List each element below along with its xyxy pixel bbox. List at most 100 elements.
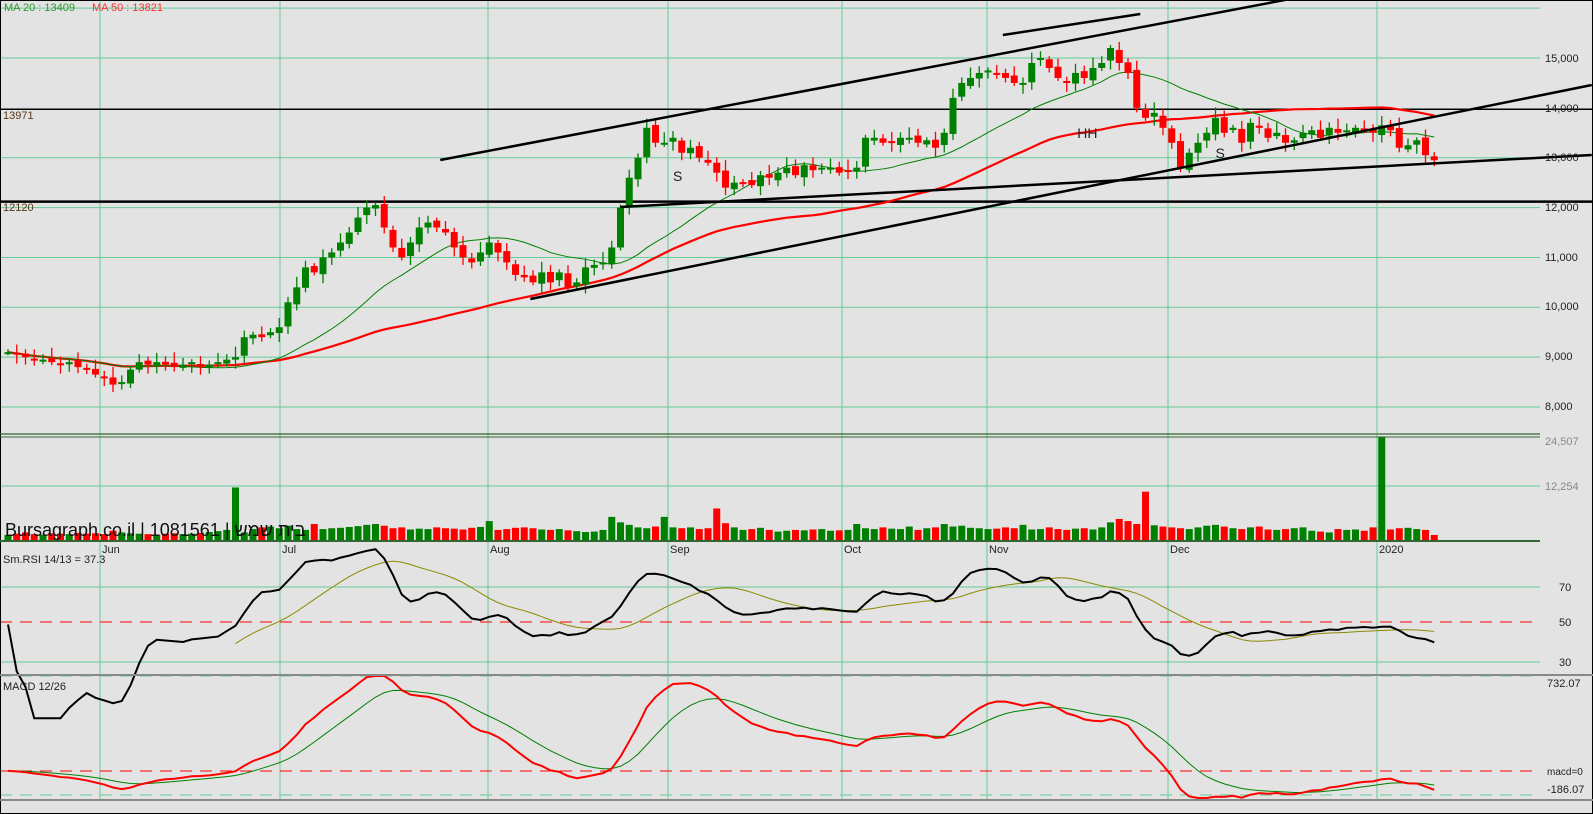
volume-bar (398, 527, 406, 540)
volume-bar (573, 531, 581, 540)
volume-bar (914, 529, 922, 540)
volume-bar (818, 529, 826, 540)
candle-body (1299, 132, 1307, 139)
candle-body (678, 140, 686, 153)
candle-body (258, 334, 266, 338)
ma50-label: MA 50 : 13821 (92, 2, 163, 14)
volume-bar (337, 527, 344, 540)
candle-body (888, 141, 896, 144)
volume-bar (923, 528, 931, 540)
volume-bar (757, 527, 764, 540)
price-tick: 13,000 (1545, 152, 1579, 164)
candle-body (162, 361, 169, 365)
candle-body (1317, 129, 1324, 138)
candle-body (57, 363, 64, 366)
candle-body (634, 157, 642, 180)
candle-body (722, 170, 729, 188)
rsi-tick: 50 (1559, 617, 1571, 629)
volume-bar (1413, 529, 1421, 540)
candle-body (704, 159, 712, 163)
volume-bar (783, 530, 791, 540)
volume-bar (1089, 529, 1097, 540)
candle-body (1177, 141, 1184, 168)
candle-body (1413, 140, 1421, 145)
volume-bar (1203, 525, 1211, 540)
candle-body (1098, 62, 1106, 68)
candle-body (1045, 59, 1053, 68)
volume-bar (1422, 529, 1429, 540)
volume-bar (503, 529, 511, 540)
candle-body (713, 162, 721, 173)
volume-bar (643, 528, 651, 540)
candle-body (310, 266, 318, 273)
candle-body (1072, 72, 1079, 84)
volume-bar (1334, 529, 1342, 540)
macd-tick-bottom: -186.07 (1547, 784, 1584, 796)
rsi-label: Sm.RSI 14/13 = 37.3 (3, 554, 105, 566)
candle-body (170, 362, 178, 368)
volume-bar (739, 529, 747, 540)
volume-bar (774, 531, 782, 540)
candle-body (757, 175, 764, 187)
candle-body (730, 182, 738, 190)
price-tick: 8,000 (1545, 401, 1573, 413)
volume-bar (538, 529, 546, 540)
month-label: Aug (490, 544, 510, 556)
price-tick: 15,000 (1545, 53, 1579, 65)
volume-bar (1325, 532, 1333, 540)
candle-body (792, 166, 799, 176)
candle-body (582, 267, 589, 285)
month-label: Jun (102, 544, 120, 556)
candle-body (1290, 140, 1298, 143)
candle-body (538, 272, 546, 284)
candle-body (302, 267, 309, 288)
volume-bar (599, 529, 607, 540)
volume-bar (835, 530, 843, 540)
volume-bar (625, 524, 633, 540)
volume-bar (932, 527, 939, 540)
candle-body (897, 137, 904, 145)
volume-bar (844, 529, 852, 540)
volume-bar (608, 516, 616, 540)
volume-bar (809, 529, 817, 540)
volume-bar (1063, 529, 1071, 540)
candle-body (380, 204, 388, 228)
candle-body (774, 172, 782, 181)
candle-body (109, 377, 117, 385)
candle-body (354, 217, 362, 233)
candle-body (949, 97, 957, 134)
candle-body (923, 140, 931, 145)
volume-bar (1115, 518, 1123, 540)
volume-bar (800, 530, 808, 540)
price-tick: 10,000 (1545, 301, 1579, 313)
volume-bar (494, 529, 502, 540)
volume-bar (1098, 527, 1106, 540)
candle-body (958, 82, 966, 97)
candle-body (547, 271, 554, 283)
candle-body (92, 368, 99, 375)
volume-bar (1159, 526, 1167, 540)
candle-body (4, 352, 12, 355)
volume-bar (993, 528, 1001, 540)
macd-tick-top: 732.07 (1547, 678, 1581, 690)
candle-body (1238, 128, 1246, 143)
candle-body (319, 257, 327, 275)
price-tick: 12,000 (1545, 202, 1579, 214)
volume-bar (669, 527, 677, 540)
candle-body (328, 252, 336, 258)
volume-bar (433, 527, 441, 540)
pattern-annotation: HH (1077, 125, 1097, 141)
volume-bar (827, 530, 834, 540)
candle-body (1343, 130, 1351, 133)
volume-bar (1229, 528, 1237, 540)
candle-body (975, 72, 983, 79)
level-low-label: 12120 (3, 202, 34, 214)
volume-bar (582, 532, 589, 540)
volume-bar (687, 527, 694, 540)
volume-bar (415, 528, 423, 540)
volume-bar (547, 529, 554, 540)
candle-body (345, 232, 353, 244)
volume-bar (870, 529, 878, 540)
pattern-annotation: S (673, 168, 682, 184)
candle-body (1063, 80, 1071, 83)
